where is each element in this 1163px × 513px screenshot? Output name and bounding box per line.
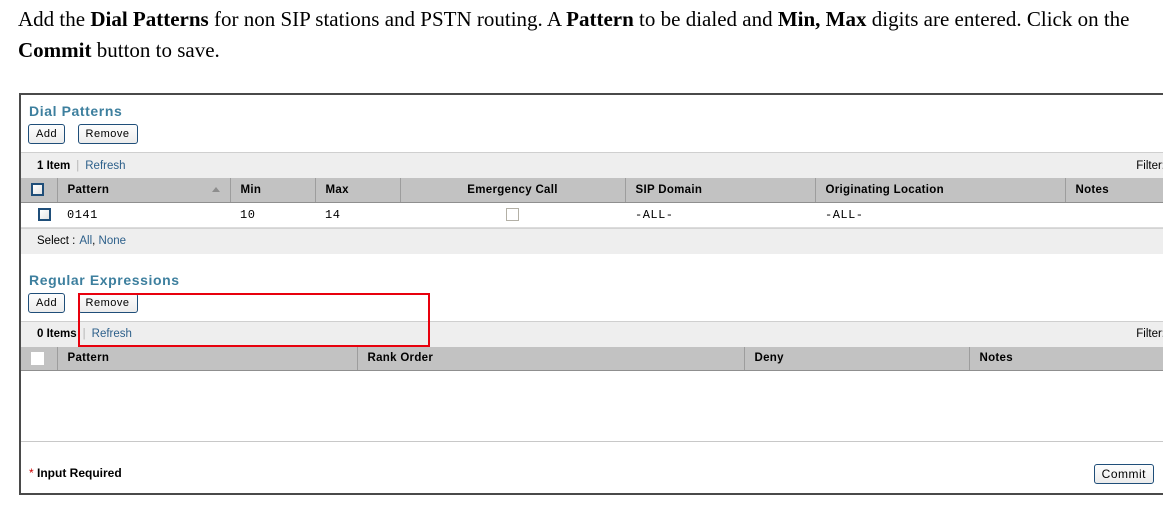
instruction-bold-pattern: Pattern [566, 7, 634, 31]
cell-originating-location: -ALL- [815, 202, 1065, 228]
cell-emergency-call[interactable] [400, 202, 625, 228]
regular-expressions-item-count: 0 Items [37, 328, 77, 340]
dial-patterns-select-all-header[interactable] [21, 178, 58, 203]
cell-max: 14 [315, 202, 400, 228]
regular-expressions-remove-button[interactable]: Remove [77, 292, 138, 313]
panel-footer: * Input Required Commit [21, 441, 1163, 493]
instruction-bold-commit: Commit [18, 38, 92, 62]
select-separator: , [92, 235, 96, 247]
instruction-bold-dial-patterns: Dial Patterns [90, 7, 209, 31]
regular-expressions-refresh-link[interactable]: Refresh [92, 328, 132, 340]
toolbar-divider: | [82, 328, 86, 340]
instruction-text-5: button to save. [91, 38, 220, 62]
dial-patterns-button-row: Add Remove [21, 119, 1163, 144]
cell-pattern: 0141 [57, 202, 230, 228]
sort-ascending-icon [211, 187, 220, 192]
re-column-header-deny[interactable]: Deny [744, 346, 970, 371]
regular-expressions-button-row: Add Remove [21, 288, 1163, 313]
row-select-checkbox[interactable] [37, 207, 51, 221]
regular-expressions-grid-toolbar: 0 Items | Refresh Filter: [21, 320, 1163, 347]
cell-min: 10 [230, 202, 315, 228]
dial-patterns-remove-button[interactable]: Remove [77, 124, 138, 144]
dial-patterns-select-row: Select : All, None [21, 227, 1163, 254]
re-column-header-pattern[interactable]: Pattern [57, 346, 358, 371]
select-none-link[interactable]: None [99, 235, 127, 247]
dial-patterns-grid-toolbar: 1 Item | Refresh Filter: [21, 152, 1163, 178]
re-column-header-notes[interactable]: Notes [969, 346, 1163, 371]
dial-patterns-table: Pattern Min Max Emergency Call SIP Domai… [21, 178, 1163, 228]
required-asterisk-icon: * [29, 466, 34, 480]
instruction-paragraph: Add the Dial Patterns for non SIP statio… [0, 0, 1150, 66]
cell-sip-domain: -ALL- [625, 202, 815, 228]
column-header-max[interactable]: Max [315, 178, 401, 203]
select-all-link[interactable]: All [79, 235, 92, 247]
input-required-label: Input Required [37, 466, 122, 480]
regular-expressions-table: Pattern Rank Order Deny Notes [21, 346, 1163, 371]
dial-patterns-refresh-link[interactable]: Refresh [85, 160, 125, 172]
row-select-cell[interactable] [21, 202, 57, 228]
column-header-min[interactable]: Min [230, 178, 316, 203]
dial-patterns-filter-label[interactable]: Filter: [1136, 160, 1163, 172]
column-header-pattern-label: Pattern [67, 183, 110, 196]
input-required-note: * Input Required [29, 466, 122, 480]
instruction-text-1: Add the [18, 7, 91, 31]
dial-patterns-title: Dial Patterns [29, 103, 123, 119]
dial-patterns-add-button[interactable]: Add [28, 124, 66, 144]
re-select-all-header[interactable] [21, 346, 58, 371]
select-label: Select : [37, 235, 76, 247]
table-row[interactable]: 0141 10 14 -ALL- -ALL- [21, 202, 1163, 228]
select-all-checkbox[interactable] [31, 183, 44, 197]
column-header-emergency-call[interactable]: Emergency Call [400, 178, 626, 203]
cell-notes [1065, 202, 1163, 228]
re-select-all-checkbox[interactable] [31, 351, 44, 365]
toolbar-divider: | [76, 159, 80, 172]
dial-patterns-item-count: 1 Item [37, 159, 71, 172]
emergency-call-checkbox[interactable] [506, 207, 519, 221]
column-header-notes[interactable]: Notes [1065, 178, 1163, 203]
dial-patterns-panel: Dial Patterns Add Remove 1 Item | Refres… [19, 93, 1163, 495]
instruction-bold-min-max: Min, Max [777, 7, 867, 31]
regular-expressions-title: Regular Expressions [29, 271, 180, 288]
column-header-sip-domain[interactable]: SIP Domain [625, 178, 816, 203]
regular-expressions-add-button[interactable]: Add [28, 292, 66, 313]
instruction-text-3: to be dialed and [633, 7, 778, 31]
regular-expressions-filter-label[interactable]: Filter: [1136, 328, 1163, 340]
instruction-text-2: for non SIP stations and PSTN routing. A [208, 7, 567, 31]
instruction-text-4: digits are entered. Click on the [866, 7, 1130, 31]
column-header-pattern[interactable]: Pattern [57, 178, 231, 203]
commit-button[interactable]: Commit [1093, 464, 1154, 484]
regular-expressions-header-row: Pattern Rank Order Deny Notes [21, 346, 1163, 371]
column-header-originating-location[interactable]: Originating Location [815, 178, 1066, 203]
dial-patterns-header-row: Pattern Min Max Emergency Call SIP Domai… [21, 178, 1163, 203]
re-column-header-rank-order[interactable]: Rank Order [357, 346, 745, 371]
section-spacer [21, 253, 1163, 264]
